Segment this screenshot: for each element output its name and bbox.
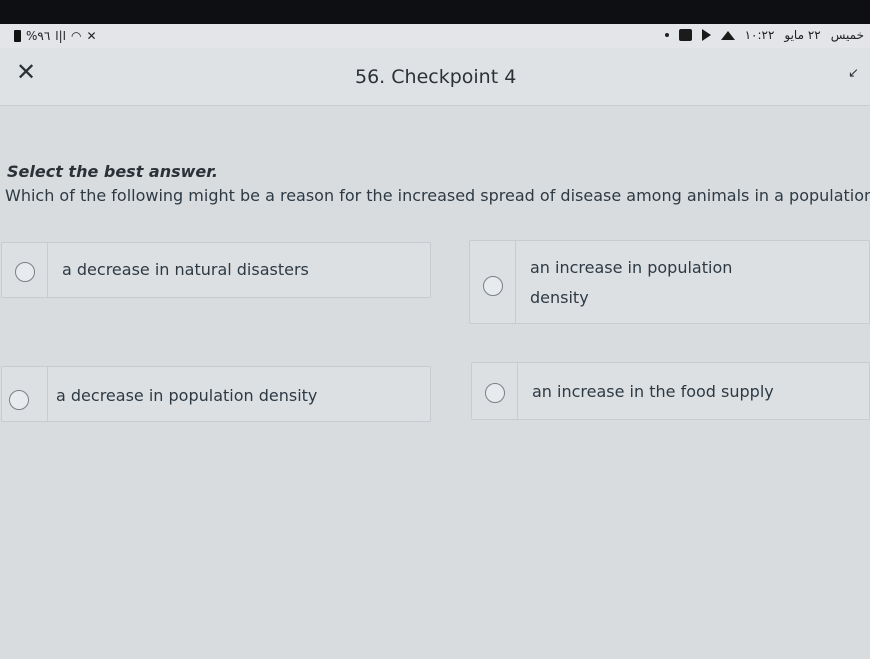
question-text: Which of the following might be a reason… xyxy=(5,186,870,205)
instruction-text: Select the best answer. xyxy=(7,162,218,181)
drive-icon xyxy=(720,30,735,40)
answer-option-3[interactable]: a decrease in population density xyxy=(1,366,431,422)
answer-option-2[interactable]: an increase in population density xyxy=(469,240,870,324)
day-text: خميس xyxy=(830,28,864,42)
notification-dot-icon xyxy=(664,33,669,37)
date-text: ٢٢ مايو xyxy=(784,28,821,42)
battery-percent: %٩٦ xyxy=(26,29,51,43)
radio-cell xyxy=(470,241,516,323)
option-label: a decrease in natural disasters xyxy=(62,260,309,279)
signal-icon: ا|ا xyxy=(55,29,67,43)
option-label: an increase in population density xyxy=(530,258,733,307)
radio-cell xyxy=(2,367,48,421)
radio-button[interactable] xyxy=(485,383,505,403)
close-icon[interactable]: ✕ xyxy=(14,60,38,84)
gallery-icon xyxy=(678,29,692,41)
radio-cell xyxy=(472,363,518,419)
radio-button[interactable] xyxy=(483,276,503,296)
answer-option-4[interactable]: an increase in the food supply xyxy=(471,362,870,420)
status-right: ١٠:٢٢ ٢٢ مايو خميس xyxy=(664,28,864,42)
radio-button[interactable] xyxy=(15,262,35,282)
answer-option-1[interactable]: a decrease in natural disasters xyxy=(1,242,431,298)
mute-icon: ✕ xyxy=(86,29,97,43)
clock-time: ١٠:٢٢ xyxy=(744,28,775,42)
status-bar: %٩٦ ا|ا ◠ ✕ ١٠:٢٢ ٢٢ مايو خميس xyxy=(0,24,870,48)
battery-icon xyxy=(14,30,21,42)
radio-button[interactable] xyxy=(9,390,29,410)
wifi-icon: ◠ xyxy=(71,29,82,43)
page-title: 56. Checkpoint 4 xyxy=(355,66,517,88)
app-header: ✕ 56. Checkpoint 4 ↙ xyxy=(0,48,870,106)
collapse-arrow-icon[interactable]: ↙ xyxy=(848,66,862,81)
youtube-icon xyxy=(701,29,711,41)
top-bezel xyxy=(0,0,870,24)
radio-cell xyxy=(2,243,48,297)
option-label: a decrease in population density xyxy=(56,386,318,405)
option-label: an increase in the food supply xyxy=(532,382,774,401)
status-left: %٩٦ ا|ا ◠ ✕ xyxy=(14,29,97,43)
